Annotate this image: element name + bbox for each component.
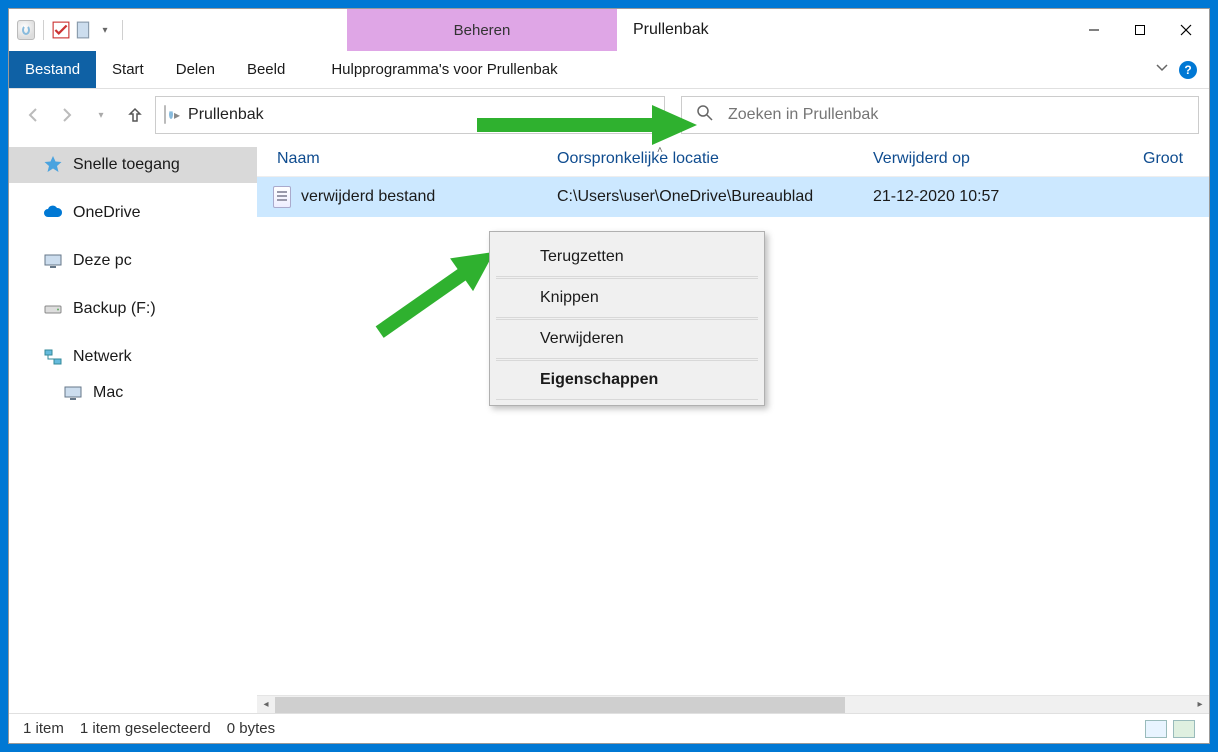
close-button[interactable] (1163, 9, 1209, 51)
sort-indicator-icon: ˄ (657, 145, 663, 156)
sidebar-item-label: Backup (F:) (73, 300, 156, 318)
tab-start[interactable]: Start (96, 51, 160, 88)
search-input[interactable] (728, 106, 1184, 124)
status-item-count: 1 item (23, 720, 64, 737)
ctx-properties[interactable]: Eigenschappen (496, 360, 758, 400)
column-headers: ˄ Naam Oorspronkelijke locatie Verwijder… (257, 141, 1209, 177)
sidebar-item-mac[interactable]: Mac (9, 375, 257, 411)
column-header-location[interactable]: Oorspronkelijke locatie (557, 150, 873, 168)
column-header-size[interactable]: Groot (1143, 150, 1209, 168)
qat-dropdown-icon[interactable]: ▾ (96, 21, 114, 39)
context-menu: Terugzetten Knippen Verwijderen Eigensch… (489, 231, 765, 406)
column-header-deleted[interactable]: Verwijderd op (873, 150, 1143, 168)
ribbon-collapse-icon[interactable] (1155, 60, 1169, 79)
pc-icon (43, 251, 63, 271)
search-box[interactable] (681, 96, 1199, 134)
scroll-thumb[interactable] (275, 697, 845, 713)
tab-view[interactable]: Beeld (231, 51, 301, 88)
up-button[interactable] (121, 101, 149, 129)
window-controls (1071, 9, 1209, 51)
scroll-right-icon[interactable]: ▸ (1191, 697, 1209, 713)
sidebar-item-this-pc[interactable]: Deze pc (9, 243, 257, 279)
status-size: 0 bytes (227, 720, 275, 737)
cell-location: C:\Users\user\OneDrive\Bureaublad (557, 188, 873, 206)
body: Snelle toegang OneDrive Deze pc Backup (… (9, 141, 1209, 713)
scroll-left-icon[interactable]: ◂ (257, 697, 275, 713)
cell-deleted: 21-12-2020 10:57 (873, 188, 1143, 206)
document-icon[interactable] (74, 21, 92, 39)
sidebar-item-quick-access[interactable]: Snelle toegang (9, 147, 257, 183)
view-large-icons-button[interactable] (1173, 720, 1195, 738)
tab-recycle-tools[interactable]: Hulpprogramma's voor Prullenbak (315, 51, 573, 88)
search-icon (696, 104, 714, 127)
status-bar: 1 item 1 item geselecteerd 0 bytes (9, 713, 1209, 743)
properties-icon[interactable] (52, 21, 70, 39)
help-icon[interactable]: ? (1179, 61, 1197, 79)
annotation-arrow-search (477, 105, 697, 145)
sidebar-item-label: Snelle toegang (73, 156, 180, 174)
breadcrumb-separator-icon: ▸ (174, 108, 180, 122)
breadcrumb[interactable]: Prullenbak (188, 106, 264, 124)
maximize-button[interactable] (1117, 9, 1163, 51)
window-title: Prullenbak (617, 9, 1071, 51)
navigation-pane: Snelle toegang OneDrive Deze pc Backup (… (9, 141, 257, 713)
status-selected-count: 1 item geselecteerd (80, 720, 211, 737)
minimize-button[interactable] (1071, 9, 1117, 51)
sidebar-item-network[interactable]: Netwerk (9, 339, 257, 375)
file-name: verwijderd bestand (301, 188, 435, 206)
recent-dropdown-icon[interactable]: ▾ (87, 101, 115, 129)
ribbon-tabs: Bestand Start Delen Beeld Hulpprogramma'… (9, 51, 1209, 89)
ctx-restore[interactable]: Terugzetten (496, 237, 758, 277)
divider (122, 20, 123, 40)
ctx-cut[interactable]: Knippen (496, 278, 758, 318)
network-icon (43, 347, 63, 367)
sidebar-item-backup[interactable]: Backup (F:) (9, 291, 257, 327)
sidebar-item-label: OneDrive (73, 204, 141, 222)
recycle-bin-icon (17, 21, 35, 39)
contextual-tab-header: Beheren (347, 9, 617, 51)
drive-icon (43, 299, 63, 319)
star-icon (43, 155, 63, 175)
file-icon (273, 186, 291, 208)
cloud-icon (43, 203, 63, 223)
sidebar-item-label: Mac (93, 384, 123, 402)
ctx-delete[interactable]: Verwijderen (496, 319, 758, 359)
sidebar-item-label: Deze pc (73, 252, 132, 270)
horizontal-scrollbar[interactable]: ◂ ▸ (257, 695, 1209, 713)
view-details-button[interactable] (1145, 720, 1167, 738)
tab-share[interactable]: Delen (160, 51, 231, 88)
divider (43, 20, 44, 40)
quick-access-toolbar: ▾ (9, 9, 347, 51)
explorer-window: ▾ Beheren Prullenbak Bestand Start Delen… (8, 8, 1210, 744)
table-row[interactable]: verwijderd bestand C:\Users\user\OneDriv… (257, 177, 1209, 217)
forward-button[interactable] (53, 101, 81, 129)
cell-name: verwijderd bestand (267, 186, 557, 208)
content-area: ˄ Naam Oorspronkelijke locatie Verwijder… (257, 141, 1209, 713)
annotation-arrow-context (367, 237, 507, 347)
back-button[interactable] (19, 101, 47, 129)
recycle-bin-icon (164, 106, 166, 124)
column-header-name[interactable]: Naam (267, 150, 557, 168)
sidebar-item-onedrive[interactable]: OneDrive (9, 195, 257, 231)
titlebar: ▾ Beheren Prullenbak (9, 9, 1209, 51)
tab-file[interactable]: Bestand (9, 51, 96, 88)
pc-icon (63, 383, 83, 403)
sidebar-item-label: Netwerk (73, 348, 132, 366)
